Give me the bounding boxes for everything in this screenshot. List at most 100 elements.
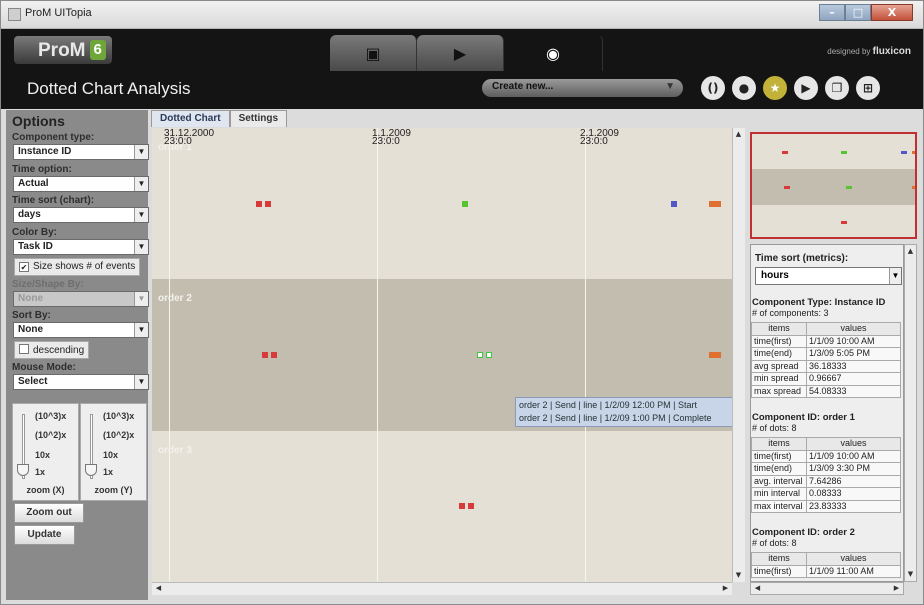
chart-dot[interactable]	[714, 352, 721, 358]
chevron-down-icon: ▼	[134, 208, 148, 222]
view-tab[interactable]: ◉	[504, 35, 603, 71]
component-type-select[interactable]: Instance ID ▼	[13, 144, 149, 160]
dotted-chart[interactable]: order 1 order 2 order 3 31.12.2000 23:0:0 1.1…	[152, 128, 732, 582]
x-tick-label: 2.1.2009 23:0:0	[580, 128, 619, 147]
time-sort-value: days	[18, 209, 41, 220]
table-row: time(first) 1/1/09 10:00 AM	[751, 334, 901, 348]
num-components: # of components: 3	[752, 308, 829, 318]
app-icon	[8, 8, 21, 21]
scroll-right-icon[interactable]: ▶	[891, 583, 902, 594]
color-by-select[interactable]: Task ID ▼	[13, 239, 149, 255]
slider-thumb[interactable]	[85, 464, 97, 476]
chart-gridline	[169, 128, 170, 582]
summary-table: items values time(first) 1/1/09 10:00 AM t…	[751, 322, 901, 398]
copy-action-button[interactable]: ❐	[825, 76, 849, 100]
chart-gridline	[377, 128, 378, 582]
table-cell: avg spread	[751, 359, 807, 373]
chart-vertical-scrollbar[interactable]: ▲ ▼	[732, 128, 745, 582]
update-button[interactable]: Update	[14, 525, 75, 545]
maximize-button[interactable]: □	[845, 4, 871, 21]
overview-dot	[783, 186, 790, 189]
zoom-tick: (10^2)x	[35, 430, 67, 440]
time-option-select[interactable]: Actual ▼	[13, 176, 149, 192]
workspace-tab[interactable]: ▣	[330, 35, 417, 71]
chart-dot[interactable]	[462, 200, 469, 207]
chart-dot[interactable]	[714, 200, 721, 207]
close-button[interactable]: X	[871, 4, 913, 21]
scroll-down-icon[interactable]: ▼	[733, 570, 744, 581]
order2-dots: # of dots: 8	[752, 538, 797, 548]
time-option-value: Actual	[18, 178, 49, 189]
overview-band	[752, 134, 915, 169]
scroll-left-icon[interactable]: ◀	[153, 583, 164, 594]
slider-thumb[interactable]	[17, 464, 29, 476]
favorite-action-button[interactable]: ★	[763, 76, 787, 100]
chart-horizontal-scrollbar[interactable]: ◀ ▶	[152, 582, 732, 595]
time-sort-select[interactable]: days ▼	[13, 207, 149, 223]
table-cell: 1/3/09 3:30 PM	[806, 462, 901, 476]
chart-overview[interactable]	[750, 132, 917, 239]
table-cell: 54.08333	[806, 384, 901, 398]
options-title: Options	[12, 113, 65, 129]
time-sort-label: Time sort (chart):	[12, 195, 95, 206]
chart-dot[interactable]	[459, 503, 466, 510]
chart-dot[interactable]	[476, 352, 483, 358]
scroll-left-icon[interactable]: ◀	[752, 583, 763, 594]
zoom-x-slider[interactable]: (10^3)x (10^2)x 10x 1x zoom (X)	[12, 403, 79, 501]
designer-name: fluxicon	[872, 46, 911, 57]
action-tab[interactable]: ▶	[417, 35, 504, 71]
scroll-down-icon[interactable]: ▼	[905, 569, 916, 580]
chart-dot[interactable]	[256, 200, 263, 207]
create-new-dropdown[interactable]: Create new... ▼	[482, 79, 683, 97]
dot-tooltip: order 2 | Send | line | 1/2/09 12:00 PM …	[515, 397, 732, 427]
component-type-label: Component type:	[12, 132, 95, 143]
chart-row-band	[152, 128, 732, 280]
table-row: min interval 0.08333	[751, 487, 901, 501]
time-sort-metrics-select[interactable]: hours ▼	[755, 267, 902, 285]
scroll-up-icon[interactable]: ▲	[733, 129, 744, 140]
window-title: ProM UITopia	[25, 7, 92, 19]
size-shape-label: Size/Shape By:	[12, 279, 84, 290]
size-shows-events-checkbox[interactable]: ✔ Size shows # of events	[14, 258, 141, 276]
chart-dot[interactable]	[270, 352, 277, 358]
chart-dot[interactable]	[485, 352, 492, 358]
table-row: time(end) 1/3/09 5:05 PM	[751, 347, 901, 361]
chart-dot[interactable]	[671, 200, 678, 207]
table-row: avg. interval 7.64286	[751, 474, 901, 488]
tab-dotted-chart[interactable]: Dotted Chart	[151, 110, 230, 127]
chart-dot[interactable]	[262, 352, 269, 358]
zoom-out-button[interactable]: Zoom out	[14, 503, 84, 523]
order2-summary: Component ID: order 2 # of dots: 8	[752, 527, 855, 549]
x-tick-label: 31.12.2000 23:0:0	[164, 128, 215, 147]
tab-settings[interactable]: Settings	[229, 110, 288, 127]
zoom-y-label: zoom (Y)	[94, 485, 133, 495]
scroll-right-icon[interactable]: ▶	[720, 583, 731, 594]
overview-dot	[840, 221, 847, 224]
metrics-horizontal-scrollbar[interactable]: ◀ ▶	[750, 582, 904, 595]
size-shape-value: None	[18, 293, 43, 304]
logo-text: ProM	[38, 40, 86, 61]
mouse-mode-select[interactable]: Select ▼	[13, 374, 149, 390]
sort-by-select[interactable]: None ▼	[13, 322, 149, 338]
table-cell: time(first)	[751, 564, 807, 578]
star-icon: ★	[769, 81, 781, 95]
play-action-button[interactable]: ▶	[794, 76, 818, 100]
chevron-down-icon: ▼	[134, 177, 148, 191]
grid-action-button[interactable]: ⊞	[856, 76, 880, 100]
scroll-up-icon[interactable]: ▲	[905, 246, 916, 257]
table-cell: time(first)	[751, 449, 807, 463]
page-title: Dotted Chart Analysis	[27, 79, 191, 98]
zoom-y-slider[interactable]: (10^3)x (10^2)x 10x 1x zoom (Y)	[80, 403, 147, 501]
parentheses-action-button[interactable]: ()	[701, 76, 725, 100]
view-actions: () ● ★ ▶ ❐ ⊞	[701, 76, 880, 100]
drop-action-button[interactable]: ●	[732, 76, 756, 100]
size-shape-select[interactable]: None ▼	[13, 291, 149, 307]
table-row: time(end) 1/3/09 3:30 PM	[751, 462, 901, 476]
tooltip-line: order 2 | Send | line | 1/2/09 1:00 PM |…	[519, 413, 712, 423]
chart-dot[interactable]	[468, 503, 475, 510]
descending-checkbox[interactable]: descending	[14, 341, 90, 359]
metrics-vertical-scrollbar[interactable]: ▲ ▼	[904, 244, 917, 582]
table-row: time(first) 1/1/09 11:00 AM	[751, 564, 901, 578]
chart-dot[interactable]	[265, 200, 272, 207]
minimize-button[interactable]: –	[819, 4, 845, 21]
